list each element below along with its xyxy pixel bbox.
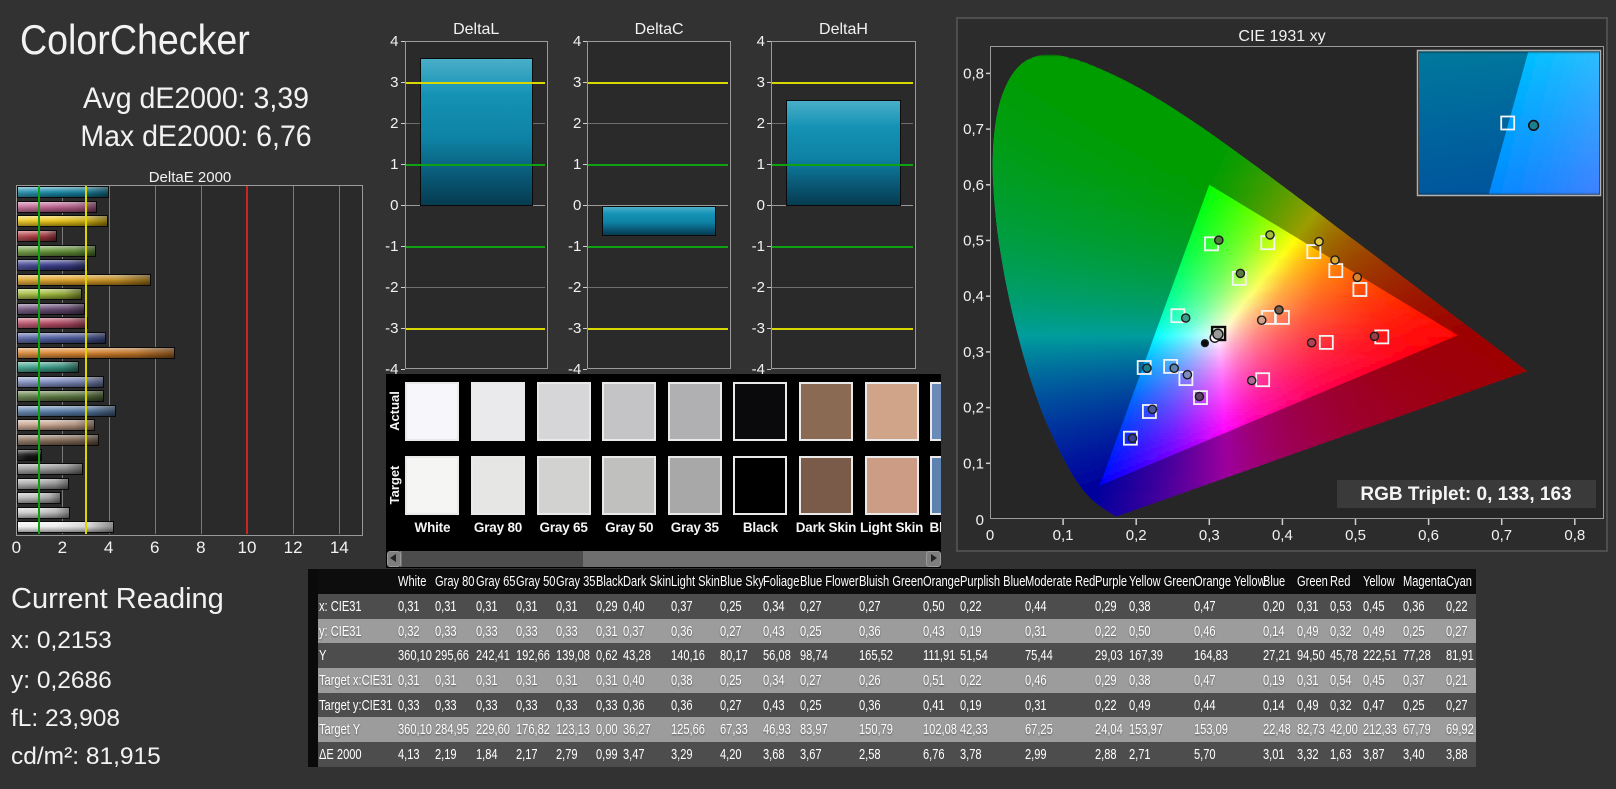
svg-text:0,4: 0,4 [963, 288, 984, 305]
svg-text:0,3: 0,3 [1199, 527, 1220, 544]
svg-text:RGB Triplet: 0, 133, 163: RGB Triplet: 0, 133, 163 [1360, 484, 1571, 505]
svg-text:0,6: 0,6 [1418, 527, 1439, 544]
svg-text:0,6: 0,6 [963, 177, 984, 194]
svg-text:0,7: 0,7 [963, 121, 984, 138]
svg-text:0,3: 0,3 [963, 344, 984, 361]
svg-text:0,5: 0,5 [1345, 527, 1366, 544]
svg-text:0,2: 0,2 [963, 400, 984, 417]
svg-text:0,8: 0,8 [963, 65, 984, 82]
svg-text:0,1: 0,1 [1053, 527, 1074, 544]
svg-text:0: 0 [976, 512, 984, 529]
svg-text:0,8: 0,8 [1564, 527, 1585, 544]
svg-text:0,1: 0,1 [963, 455, 984, 472]
svg-text:0,4: 0,4 [1272, 527, 1293, 544]
svg-text:0,5: 0,5 [963, 233, 984, 250]
svg-text:0,7: 0,7 [1491, 527, 1512, 544]
svg-text:0,2: 0,2 [1126, 527, 1147, 544]
svg-text:0: 0 [986, 527, 994, 544]
